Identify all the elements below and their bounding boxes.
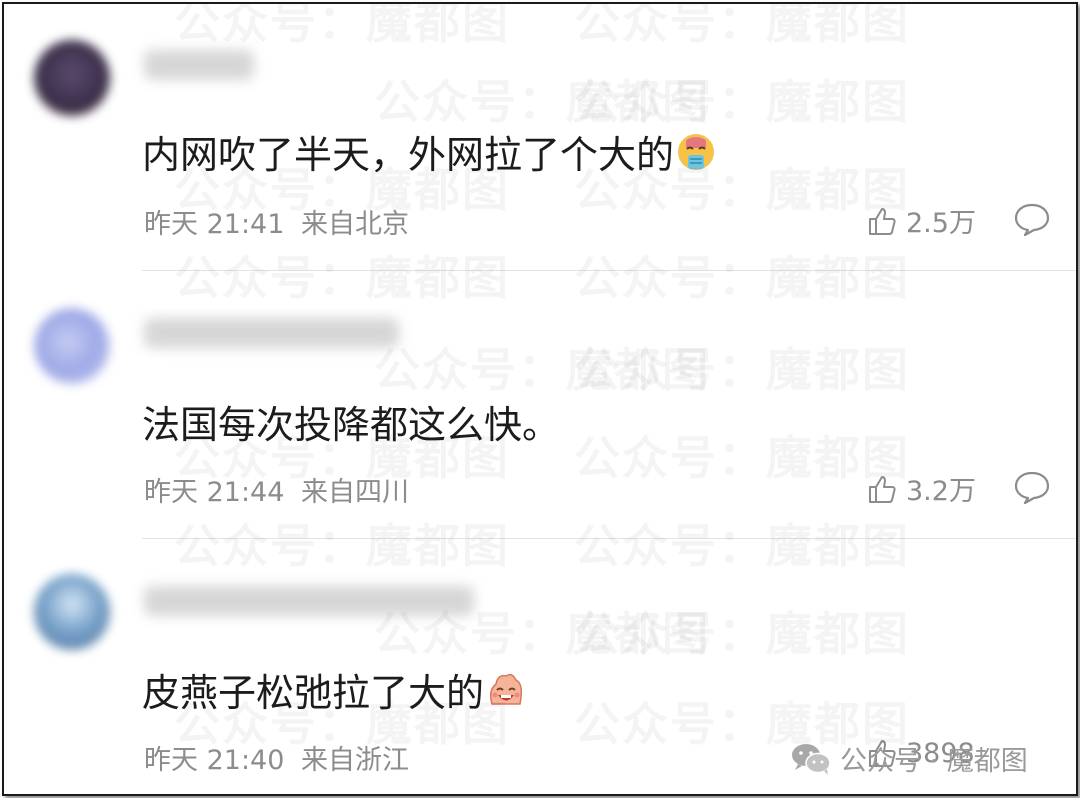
comment-time: 昨天 21:44 bbox=[144, 477, 285, 508]
comment-text: 内网吹了半天，外网拉了个大的 bbox=[142, 124, 716, 179]
brand-label: 公众号 · 魔都图 bbox=[840, 746, 1028, 777]
comment-screenshot-frame: 内网吹了半天，外网拉了个大的 昨天 21:41 来自北京 2.5万 法国每次投降… bbox=[2, 2, 1078, 796]
watermark: 公众号：魔都图 bbox=[174, 242, 510, 308]
avatar[interactable] bbox=[34, 40, 110, 116]
thumbs-up-icon bbox=[869, 475, 896, 503]
watermark: 公众号：魔都图 bbox=[174, 510, 510, 576]
watermark: 公众号：魔都图 bbox=[574, 334, 910, 400]
comment-text-content: 内网吹了半天，外网拉了个大的 bbox=[142, 133, 675, 177]
wechat-brand-watermark: 公众号 · 魔都图 bbox=[790, 739, 1028, 778]
avatar[interactable] bbox=[34, 308, 110, 384]
watermark: 公众号：魔都图 bbox=[574, 66, 910, 132]
avatar[interactable] bbox=[34, 574, 110, 650]
watermark: 公众号：魔都图 bbox=[574, 4, 910, 52]
like-count: 2.5万 bbox=[906, 208, 976, 239]
reply-bubble-icon[interactable] bbox=[1014, 470, 1050, 504]
watermark: 公众号：魔都图 bbox=[374, 66, 710, 132]
username-blurred[interactable] bbox=[144, 586, 474, 616]
watermark: 公众号：魔都图 bbox=[574, 598, 910, 664]
wechat-icon bbox=[792, 743, 831, 775]
comment-time: 昨天 21:40 bbox=[144, 745, 285, 776]
comment-meta: 昨天 21:41 来自北京 bbox=[144, 202, 409, 241]
comment-text-content: 法国每次投降都这么快。 bbox=[142, 403, 561, 447]
watermark: 公众号：魔都图 bbox=[574, 242, 910, 308]
username-blurred[interactable] bbox=[144, 50, 254, 80]
watermark: 公众号：魔都图 bbox=[574, 422, 910, 488]
watermark: 公众号：魔都图 bbox=[174, 4, 510, 52]
laughing-face-icon bbox=[489, 673, 523, 705]
reply-bubble-icon[interactable] bbox=[1014, 202, 1050, 236]
comment-location: 来自浙江 bbox=[301, 745, 409, 776]
comment-meta: 昨天 21:44 来自四川 bbox=[144, 470, 409, 509]
divider bbox=[142, 538, 1076, 539]
divider bbox=[142, 270, 1076, 271]
like-button[interactable]: 3.2万 bbox=[866, 469, 976, 508]
watermark: 公众号：魔都图 bbox=[374, 334, 710, 400]
comment-time: 昨天 21:41 bbox=[144, 209, 285, 240]
username-blurred[interactable] bbox=[144, 318, 399, 348]
vomit-face-icon bbox=[678, 133, 715, 170]
like-count: 3.2万 bbox=[906, 476, 976, 507]
comment-text: 法国每次投降都这么快。 bbox=[142, 394, 560, 449]
like-button[interactable]: 2.5万 bbox=[866, 201, 976, 240]
watermark: 公众号：魔都图 bbox=[574, 510, 910, 576]
comment-text: 皮燕子松弛拉了大的 bbox=[142, 662, 526, 717]
comment-text-content: 皮燕子松弛拉了大的 bbox=[142, 671, 485, 715]
comment-meta: 昨天 21:40 来自浙江 bbox=[144, 738, 409, 777]
comment-location: 来自北京 bbox=[301, 209, 409, 240]
thumbs-up-icon bbox=[869, 207, 896, 235]
comment-location: 来自四川 bbox=[301, 477, 409, 508]
